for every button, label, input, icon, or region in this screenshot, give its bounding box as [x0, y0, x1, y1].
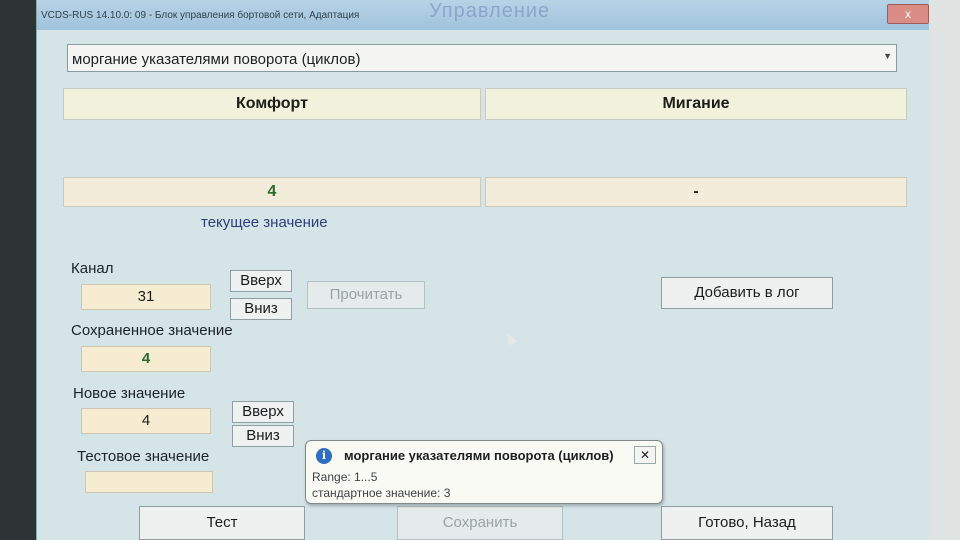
current-value-left: 4: [63, 177, 481, 207]
title-bar[interactable]: VCDS-RUS 14.10.0: 09 - Блок управления б…: [37, 0, 929, 30]
save-button[interactable]: Сохранить: [397, 506, 563, 540]
header-comfort: Комфорт: [63, 88, 481, 120]
channel-input[interactable]: 31: [81, 284, 211, 310]
new-value-up-button[interactable]: Вверх: [232, 401, 294, 423]
tooltip-range: Range: 1...5: [312, 470, 378, 484]
title-watermark: Управление: [429, 0, 551, 22]
channel-label: Канал: [71, 260, 114, 277]
test-value-label: Тестовое значение: [77, 448, 210, 465]
tooltip-default: стандартное значение: 3: [312, 486, 451, 500]
done-back-button[interactable]: Готово, Назад: [661, 506, 833, 540]
window-title: VCDS-RUS 14.10.0: 09 - Блок управления б…: [41, 10, 360, 21]
saved-value-label: Сохраненное значение: [71, 322, 233, 339]
new-value-input[interactable]: 4: [81, 408, 211, 434]
tooltip-close-button[interactable]: ✕: [634, 446, 656, 464]
new-value-label: Новое значение: [73, 385, 186, 402]
test-value-field: [85, 471, 213, 493]
new-value-down-button[interactable]: Вниз: [232, 425, 294, 447]
adaptation-window: VCDS-RUS 14.10.0: 09 - Блок управления б…: [36, 0, 929, 540]
add-to-log-button[interactable]: Добавить в лог: [661, 277, 833, 309]
info-icon: i: [316, 448, 332, 464]
current-value-right: -: [485, 177, 907, 207]
channel-select-value: моргание указателями поворота (циклов): [72, 51, 361, 68]
read-button[interactable]: Прочитать: [307, 281, 425, 309]
saved-value-field: 4: [81, 346, 211, 372]
info-tooltip: i моргание указателями поворота (циклов)…: [305, 440, 663, 504]
background-right: [928, 0, 960, 540]
channel-down-button[interactable]: Вниз: [230, 298, 292, 320]
window-close-button[interactable]: x: [887, 4, 929, 24]
channel-select[interactable]: моргание указателями поворота (циклов) ▼: [67, 44, 897, 72]
current-value-label: текущее значение: [201, 214, 328, 231]
chevron-down-icon[interactable]: ▼: [883, 51, 892, 61]
tooltip-title: моргание указателями поворота (циклов): [344, 448, 614, 463]
header-blinking: Мигание: [485, 88, 907, 120]
background-left: [0, 0, 36, 540]
channel-up-button[interactable]: Вверх: [230, 270, 292, 292]
test-button[interactable]: Тест: [139, 506, 305, 540]
mouse-cursor-icon: [502, 330, 518, 346]
